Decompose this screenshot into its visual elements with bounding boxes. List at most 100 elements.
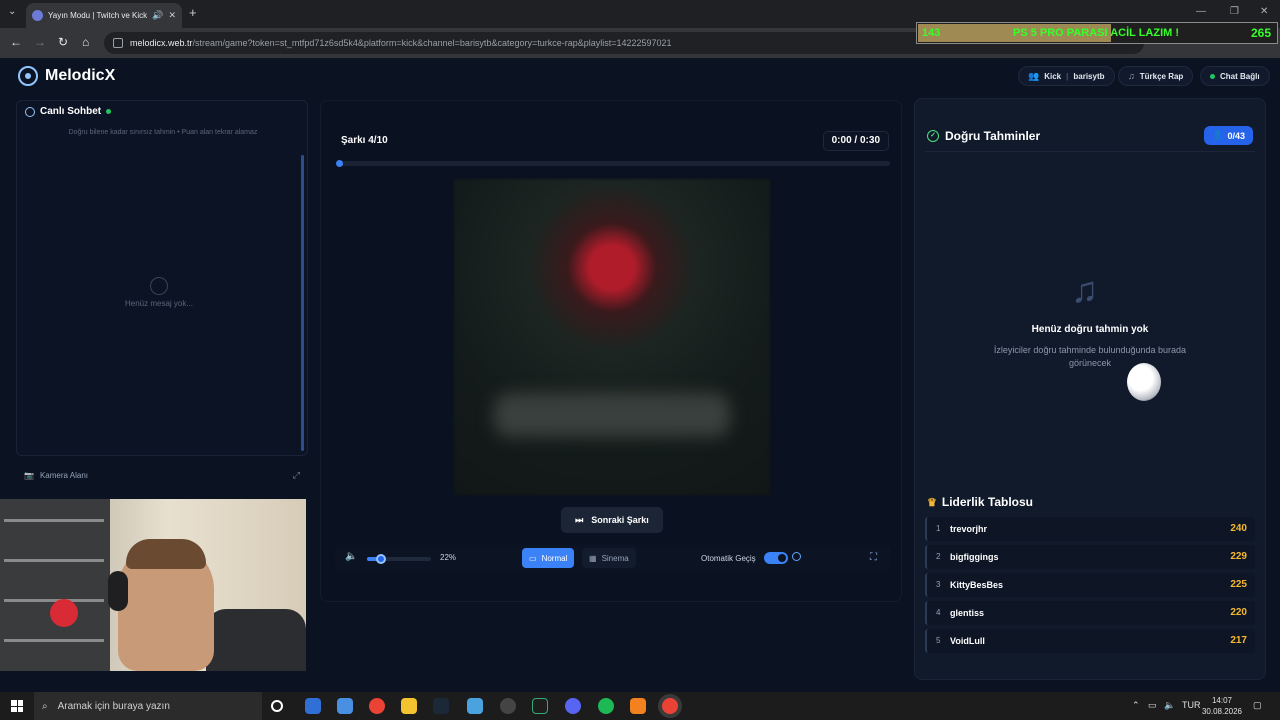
search-placeholder: Aramak için buraya yazın [57,700,170,712]
leaderboard-header: ♛ Liderlik Tablosu [927,495,1033,509]
volume-knob[interactable] [376,554,387,564]
app-icon[interactable] [532,698,548,714]
store-icon[interactable] [337,698,353,714]
donation-goal-overlay: 143 PS 5 PRO PARASI ACİL LAZIM ! 265 [916,22,1278,44]
streamer-hair [126,539,206,569]
chrome-active-icon[interactable] [662,698,678,714]
app-icon[interactable] [467,698,483,714]
live-dot-icon [106,109,112,114]
next-song-button[interactable]: ⏭ Sonraki Şarkı [561,507,663,533]
speaker-icon[interactable]: 🔊 [152,10,163,21]
site-info-icon[interactable] [113,38,123,48]
floating-object [1127,363,1161,401]
browser-tab[interactable]: Yayın Modu | Twitch ve Kick 🔊 ✕ [26,3,182,28]
app-icon[interactable] [305,698,321,714]
correct-empty-title: Henüz doğru tahmin yok [1031,324,1149,335]
users-icon: 👤 [1212,130,1224,140]
player-name: glentiss [950,608,985,618]
chat-status: Chat Bağlı [1220,71,1260,81]
results-panel: ✓ Doğru Tahminler 👤 0/43 ♫ Henüz doğru t… [914,98,1266,680]
music-note-icon: ♫ [1071,269,1098,310]
discord-icon[interactable] [565,698,581,714]
new-tab-icon[interactable]: + [189,5,197,20]
song-progress[interactable] [336,160,890,167]
rank: 3 [936,580,941,589]
taskbar-search[interactable]: ⌕ Aramak için buraya yazın [34,692,262,720]
volume-icon[interactable]: 🔈 [345,551,357,562]
spotify-icon[interactable] [598,698,614,714]
info-icon[interactable] [792,552,801,561]
chat-title: Canlı Sohbet [40,106,102,117]
category-pill: ♫ Türkçe Rap [1118,66,1194,86]
tray-chevron-icon[interactable]: ⌃ [1132,700,1140,711]
users-icon: 👥 [1028,70,1040,81]
home-icon[interactable]: ⌂ [82,35,89,49]
windows-start-icon[interactable] [11,700,23,712]
speaker-tray-icon[interactable]: 🔈 [1164,700,1175,711]
chrome-icon[interactable] [369,698,385,714]
player-score: 240 [1230,523,1247,534]
app-icon[interactable] [500,698,516,714]
time-display: 0:00 / 0:30 [822,131,889,151]
headset [108,571,128,611]
task-view-icon[interactable] [271,700,283,712]
webcam-feed [0,499,306,671]
volume-percent: 22% [440,553,457,562]
folder-icon[interactable] [401,698,417,714]
mode-cinema-button[interactable]: ▦ Sinema [582,548,636,568]
url-host: melodicx.web.tr [130,38,193,48]
song-counter: Şarkı 4/10 [341,135,388,146]
logo-text: MelodicX [45,67,116,84]
chat-empty-text: Henüz mesaj yok... [124,299,194,308]
headphones-icon [18,66,38,86]
leaderboard-title: Liderlik Tablosu [941,495,1033,509]
next-song-label: Sonraki Şarkı [591,515,649,525]
clock[interactable]: 14:07 30.08.2026 [1200,695,1244,717]
cloud-icon[interactable] [630,698,646,714]
chat-status-pill: Chat Bağlı [1200,66,1270,86]
close-tab-icon[interactable]: ✕ [168,10,176,21]
player-score: 225 [1230,579,1247,590]
fullscreen-icon[interactable]: ⛶ [870,552,877,563]
logo[interactable]: MelodicX [18,66,115,86]
volume-slider[interactable] [367,554,431,564]
restore-icon[interactable]: ❐ [1230,6,1239,17]
rank: 5 [936,636,941,645]
mode-cinema-label: Sinema [601,553,629,563]
clock-time: 14:07 [1211,696,1233,705]
steam-icon[interactable] [433,698,449,714]
toy [50,599,78,627]
clock-date: 30.08.2026 [1201,707,1243,716]
notification-icon[interactable]: ▢ [1253,700,1262,711]
goal-current: 143 [922,27,941,39]
auto-advance-toggle[interactable] [764,552,788,564]
close-window-icon[interactable]: ✕ [1260,6,1268,17]
tab-title: Yayın Modu | Twitch ve Kick [48,11,148,20]
player-name: trevorjhr [950,524,988,534]
reload-icon[interactable]: ↻ [58,35,68,49]
favicon-icon [32,10,43,21]
network-icon[interactable]: ▭ [1148,700,1157,711]
player-score: 220 [1230,607,1247,618]
language-indicator[interactable]: TUR [1182,700,1201,710]
rank: 2 [936,552,941,561]
auto-advance-label: Otomatik Geçiş [701,554,756,563]
chat-scrollbar[interactable] [301,155,304,451]
shelf [0,499,110,671]
resize-icon[interactable]: ⤢ [293,470,300,481]
tab-list-icon[interactable]: ⌄ [8,6,16,17]
player-controls: 🔈 22% ▭ Normal ▦ Sinema Otomatik Geçiş ⛶ [335,545,891,571]
rank: 4 [936,608,941,617]
progress-knob[interactable] [336,160,343,167]
back-icon[interactable]: ← [10,35,22,49]
goal-message: PS 5 PRO PARASI ACİL LAZIM ! [1013,27,1180,39]
player-score: 229 [1230,551,1247,562]
chat-empty-icon [150,277,168,295]
chat-bubble-icon [25,106,35,117]
mode-normal-button[interactable]: ▭ Normal [522,548,575,568]
chat-rules: Doğru bilene kadar sınırsız tahmin • Pua… [68,129,258,136]
search-icon: ⌕ [42,700,48,712]
forward-icon[interactable]: → [34,35,46,49]
monitor-icon: ▭ [529,553,537,563]
minimize-icon[interactable]: — [1196,6,1206,17]
